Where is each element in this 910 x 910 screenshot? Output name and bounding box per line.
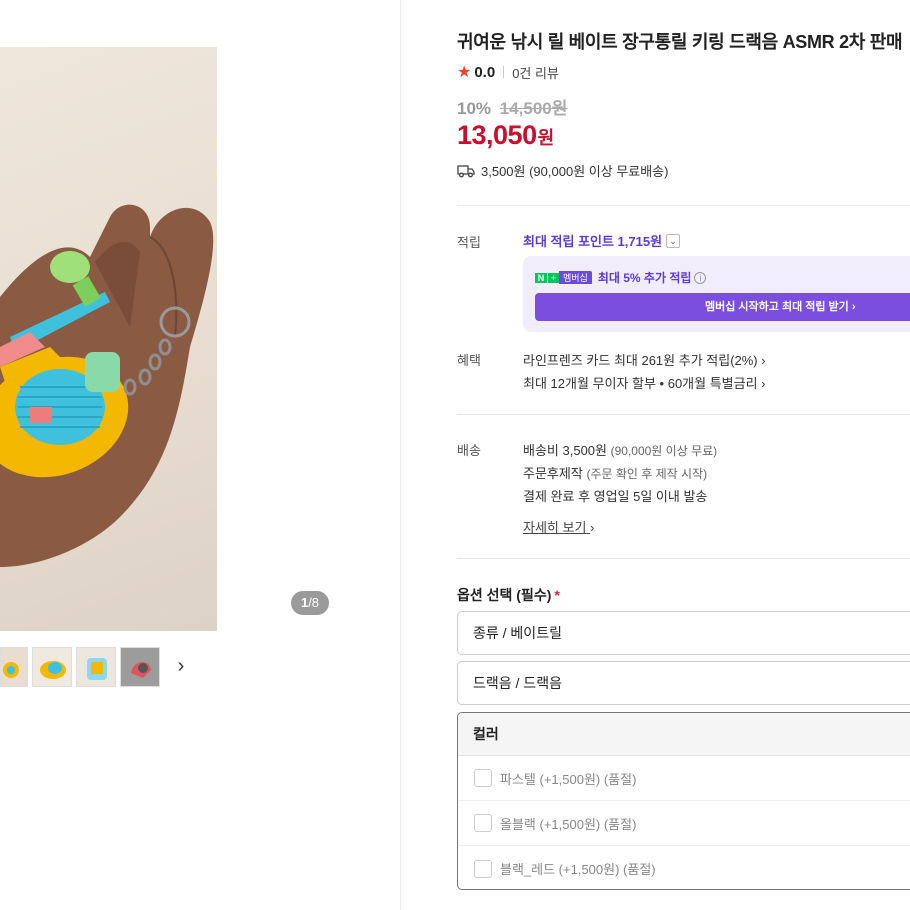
options-title: 옵션 선택 (필수) * <box>457 585 560 605</box>
color-option-item[interactable]: 블랙_레드 (+1,500원) (품절) <box>458 846 910 889</box>
shipping-summary-text: 3,500원 (90,000원 이상 무료배송) <box>481 164 669 179</box>
truck-icon <box>457 164 475 177</box>
membership-text: 최대 5% 추가 적립 <box>597 271 692 285</box>
points-label: 적립 <box>457 235 481 250</box>
sale-price-row: 13,050원 <box>457 120 554 151</box>
product-gallery: 1/8 › <box>0 0 401 910</box>
color-option-item[interactable]: 올블랙 (+1,500원) (품절) <box>458 801 910 846</box>
npay-membership-badge: N + 멤버십 <box>535 271 592 285</box>
color-option-header[interactable]: 컬러 <box>458 713 910 756</box>
main-product-photo[interactable] <box>0 47 217 631</box>
divider <box>457 205 910 206</box>
delivery-fee-text: 배송비 3,500원 <box>523 443 607 458</box>
photo-counter: 1/8 <box>291 591 329 615</box>
color-option-label: 파스텔 (+1,500원) (품절) <box>500 771 637 787</box>
dispatch-info: 결제 완료 후 영업일 5일 이내 발송 <box>523 489 708 504</box>
benefits-label: 혜택 <box>457 353 481 368</box>
photo-counter-total: /8 <box>308 595 320 610</box>
shipping-summary: 3,500원 (90,000원 이상 무료배송) <box>457 161 668 180</box>
naver-n-icon: N <box>535 272 547 283</box>
thumbnail-4[interactable] <box>120 647 160 687</box>
options-title-text: 옵션 선택 (필수) <box>457 587 552 603</box>
star-icon: ★ <box>457 64 472 81</box>
checkbox[interactable] <box>474 769 492 787</box>
membership-box: N + 멤버십 최대 5% 추가 적립 i 멤버십 시작하고 최대 적립 받기 › <box>523 256 910 332</box>
required-mark: * <box>554 587 560 603</box>
thumbnail-3[interactable] <box>76 647 116 687</box>
original-price: 14,500원 <box>499 99 568 118</box>
price-unit: 원 <box>537 128 555 148</box>
card-benefit-link[interactable]: 라인프렌즈 카드 최대 261원 추가 적립(2%) › <box>523 350 766 369</box>
original-price-row: 10% 14,500원 <box>457 94 567 119</box>
chevron-down-icon[interactable]: ⌄ <box>666 233 681 248</box>
delivery-detail-link[interactable]: 자세히 보기 › <box>523 517 594 536</box>
divider <box>457 414 910 415</box>
chevron-right-icon: › <box>590 520 595 535</box>
membership-badge-label: 멤버십 <box>559 271 592 284</box>
divider <box>457 558 910 559</box>
rating-separator <box>503 66 505 78</box>
chevron-right-icon[interactable]: › <box>170 655 192 677</box>
delivery-fee: 배송비 3,500원 (90,000원 이상 무료) <box>523 440 717 459</box>
plus-icon: + <box>547 272 559 283</box>
delivery-detail-link-text: 자세히 보기 <box>523 520 587 535</box>
max-points[interactable]: 최대 적립 포인트 1,715원 ⌄ <box>523 231 681 250</box>
product-title: 귀여운 낚시 릴 베이트 장구통릴 키링 드랙음 ASMR 2차 판매 <box>457 32 903 52</box>
thumbnail-2[interactable] <box>32 647 72 687</box>
color-option-label: 올블랙 (+1,500원) (품절) <box>500 816 637 832</box>
membership-line: N + 멤버십 최대 5% 추가 적립 i <box>535 269 707 286</box>
delivery-fee-note: (90,000원 이상 무료) <box>610 444 718 458</box>
type-option-select[interactable]: 종류 / 베이트릴 <box>457 611 910 655</box>
color-option-item[interactable]: 파스텔 (+1,500원) (품절) <box>458 756 910 801</box>
delivery-label: 배송 <box>457 443 481 458</box>
made-to-order-text: 주문후제작 <box>523 466 583 481</box>
rating-value: 0.0 <box>474 63 496 81</box>
review-count-link[interactable]: 0건 리뷰 <box>512 63 559 82</box>
thumbnail-1[interactable] <box>0 647 28 687</box>
checkbox[interactable] <box>474 814 492 832</box>
drag-option-select[interactable]: 드랙음 / 드랙음 <box>457 661 910 705</box>
max-points-text: 최대 적립 포인트 1,715원 <box>523 234 663 249</box>
installment-benefit-link[interactable]: 최대 12개월 무이자 할부 • 60개월 특별금리 › <box>523 373 765 392</box>
discount-rate: 10% <box>457 99 492 118</box>
color-option-dropdown: 컬러 파스텔 (+1,500원) (품절) 올블랙 (+1,500원) (품절)… <box>457 712 910 890</box>
made-to-order: 주문후제작 (주문 확인 후 제작 시작) <box>523 463 707 482</box>
color-option-label: 블랙_레드 (+1,500원) (품절) <box>500 862 656 877</box>
made-to-order-note: (주문 확인 후 제작 시작) <box>586 467 708 481</box>
keyring-reel-photo <box>0 204 214 567</box>
sale-price: 13,050 <box>457 120 537 150</box>
rating-row: ★ 0.0 0건 리뷰 <box>457 62 559 82</box>
thumbnail-strip <box>0 647 160 687</box>
checkbox[interactable] <box>474 859 492 878</box>
membership-start-button[interactable]: 멤버십 시작하고 최대 적립 받기 › <box>535 293 910 321</box>
info-icon[interactable]: i <box>694 271 707 284</box>
